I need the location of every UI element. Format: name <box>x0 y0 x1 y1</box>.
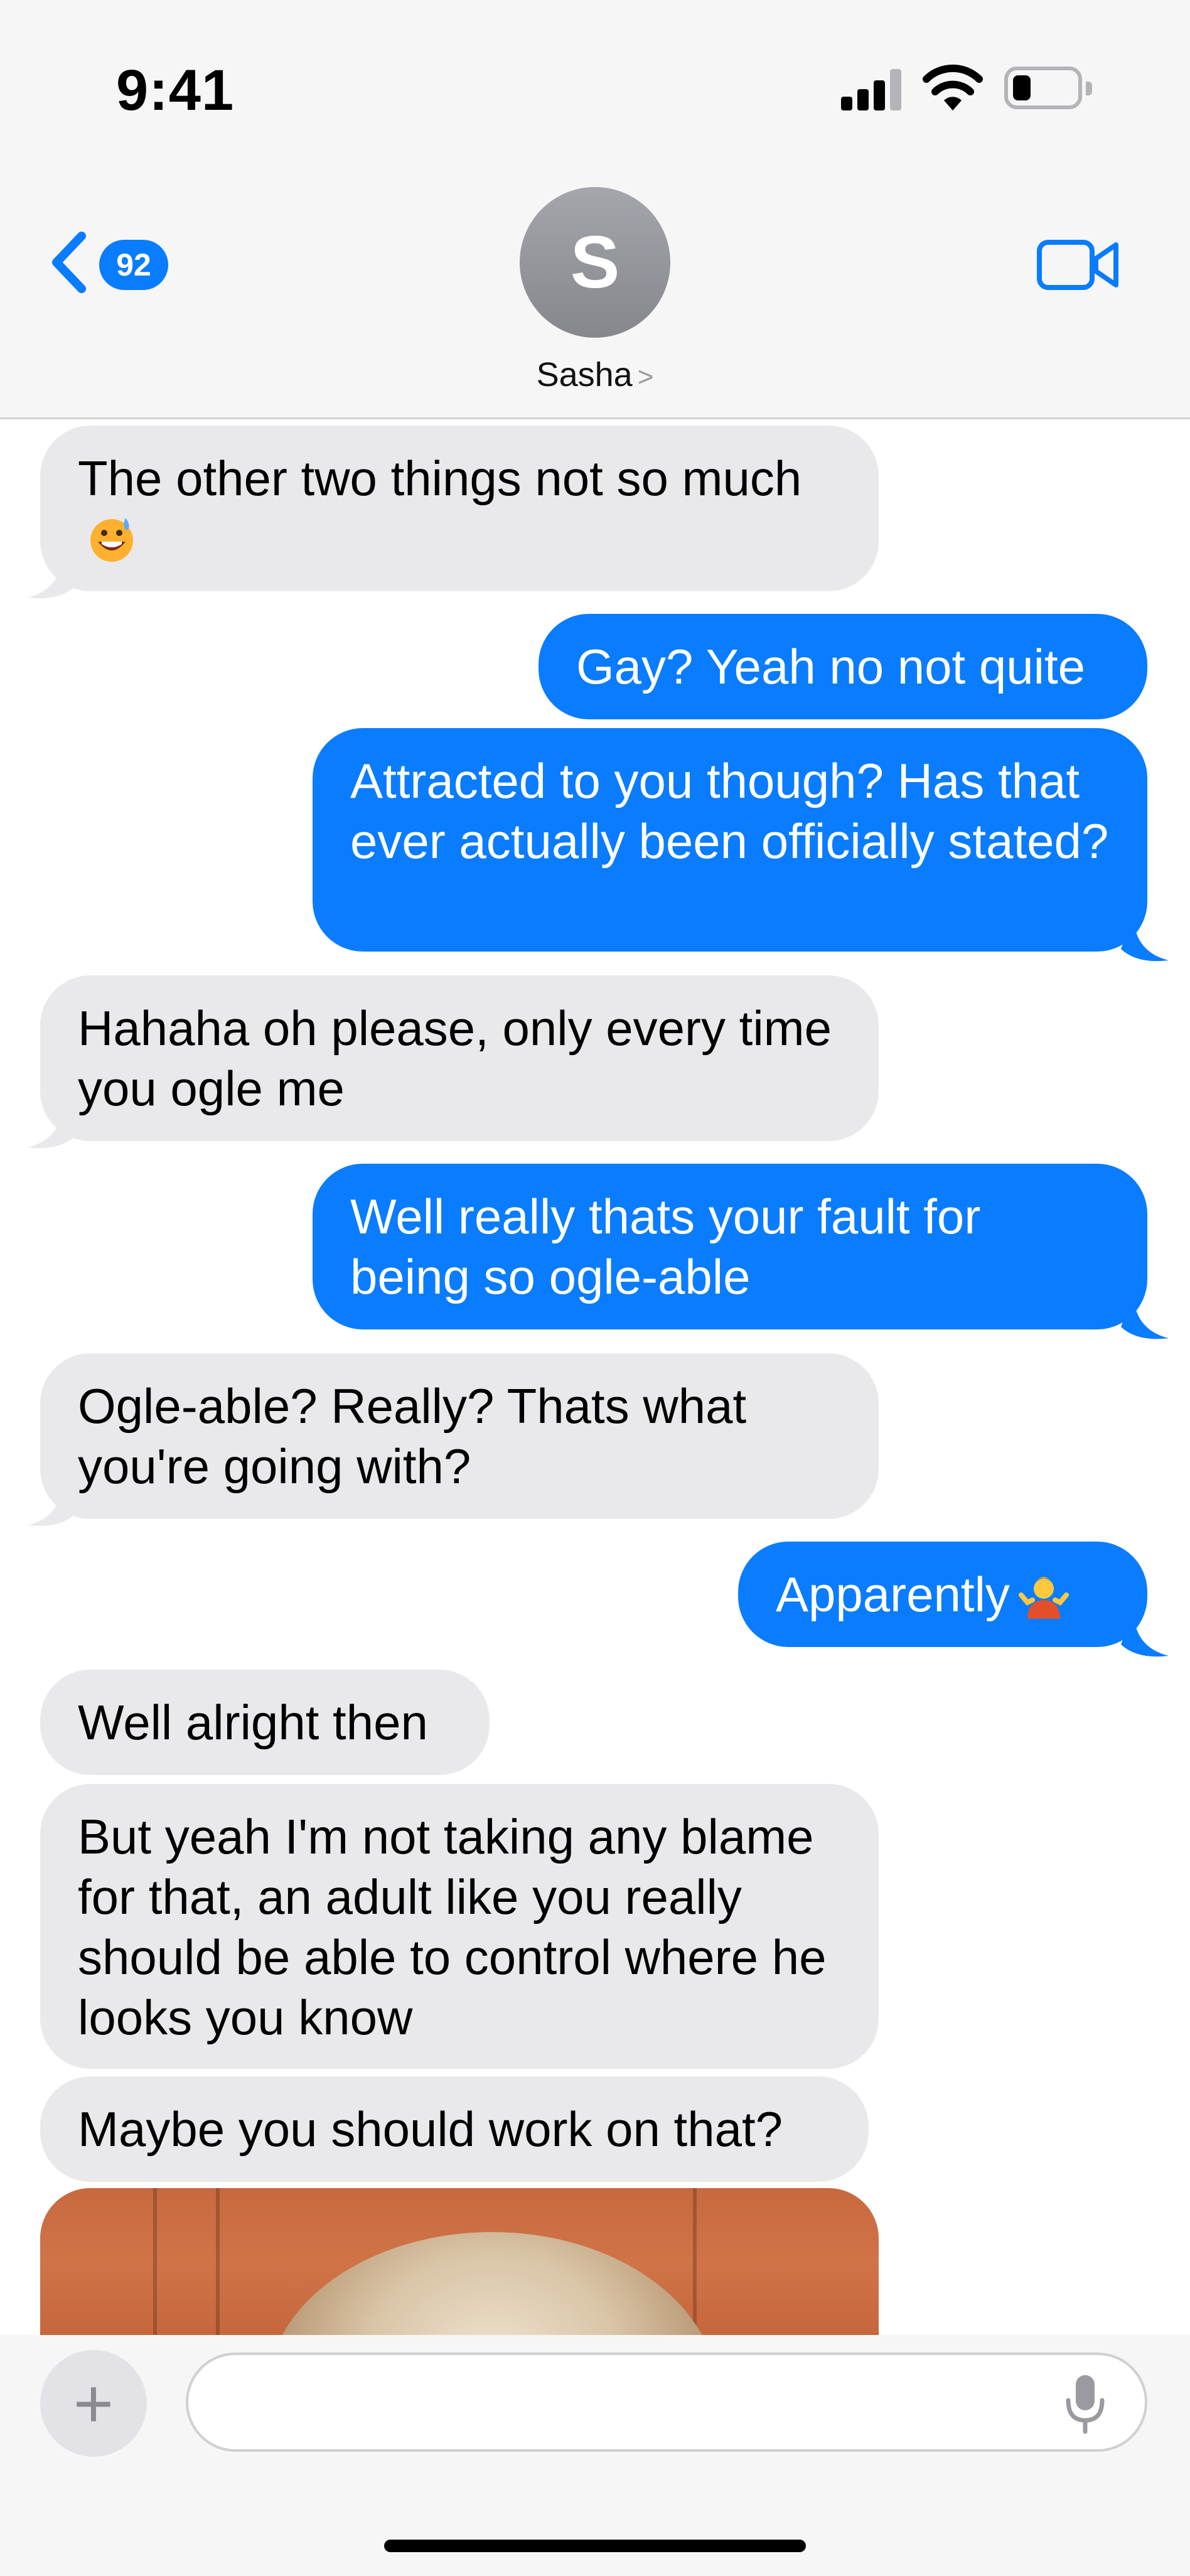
message-bubble-sent[interactable]: Attracted to you though? Has that ever a… <box>313 728 1147 952</box>
message-text: Gay? Yeah no not quite <box>576 639 1086 694</box>
message-bubble-received[interactable]: Hahaha oh please, only every time you og… <box>40 975 879 1141</box>
grinning-sweat-emoji-icon <box>90 518 133 562</box>
cellular-signal-icon <box>841 69 904 110</box>
message-bubble-received[interactable]: Maybe you should work on that? <box>40 2076 869 2182</box>
person-shrugging-emoji-icon <box>1018 1577 1069 1619</box>
message-text: Maybe you should work on that? <box>78 2101 783 2157</box>
message-text: Well alright then <box>78 1695 428 1750</box>
message-text: Ogle-able? Really? Thats what you're goi… <box>78 1378 747 1494</box>
message-text: Well really thats your fault for being s… <box>350 1189 981 1304</box>
message-bubble-received[interactable]: Ogle-able? Really? Thats what you're goi… <box>40 1353 879 1519</box>
unread-count-badge: 92 <box>99 240 168 290</box>
bubble-tail <box>28 1101 75 1149</box>
message-bubble-sent[interactable]: Apparently <box>738 1542 1147 1647</box>
message-text: Apparently <box>776 1567 1010 1622</box>
message-bubble-received[interactable]: Well alright then <box>40 1670 490 1775</box>
messages-screen: 9:41 92 S Sasha > The other two things n… <box>0 0 1190 2576</box>
bubble-tail <box>1121 1609 1169 1657</box>
message-text: Hahaha oh please, only every time you og… <box>78 1001 832 1116</box>
message-bubble-sent[interactable]: Gay? Yeah no not quite <box>539 614 1147 719</box>
bubble-tail <box>1121 1292 1169 1339</box>
bubble-tail <box>28 1479 75 1527</box>
back-button[interactable]: 92 <box>48 228 173 298</box>
contact-avatar[interactable]: S <box>520 187 670 338</box>
photo-content <box>266 2232 718 2335</box>
message-text: Attracted to you though? Has that ever a… <box>350 753 1109 869</box>
microphone-icon[interactable] <box>1063 2373 1107 2435</box>
photo-attachment[interactable] <box>40 2188 879 2335</box>
battery-icon <box>1004 67 1092 109</box>
plus-button[interactable]: + <box>40 2350 147 2457</box>
contact-name: Sasha <box>536 356 633 394</box>
message-bubble-received[interactable]: The other two things not so much <box>40 426 879 591</box>
contact-name-link[interactable]: Sasha > <box>0 355 1190 394</box>
conversation-header: 9:41 92 S Sasha > <box>0 0 1190 419</box>
wifi-icon <box>923 64 983 110</box>
message-bubble-received[interactable]: But yeah I'm not taking any blame for th… <box>40 1784 879 2069</box>
bubble-tail <box>28 551 75 599</box>
chevron-right-icon: > <box>637 362 654 392</box>
bubble-tail <box>1121 914 1169 962</box>
message-input[interactable] <box>186 2353 1147 2452</box>
status-time: 9:41 <box>116 58 235 122</box>
message-bubble-sent[interactable]: Well really thats your fault for being s… <box>313 1164 1147 1329</box>
home-indicator[interactable] <box>384 2540 806 2552</box>
message-list[interactable]: The other two things not so much Gay? Ye… <box>0 419 1190 2335</box>
message-text: The other two things not so much <box>78 451 802 506</box>
chevron-left-icon <box>52 232 86 293</box>
message-text: But yeah I'm not taking any blame for th… <box>78 1809 827 2045</box>
video-call-icon[interactable] <box>1036 233 1121 296</box>
